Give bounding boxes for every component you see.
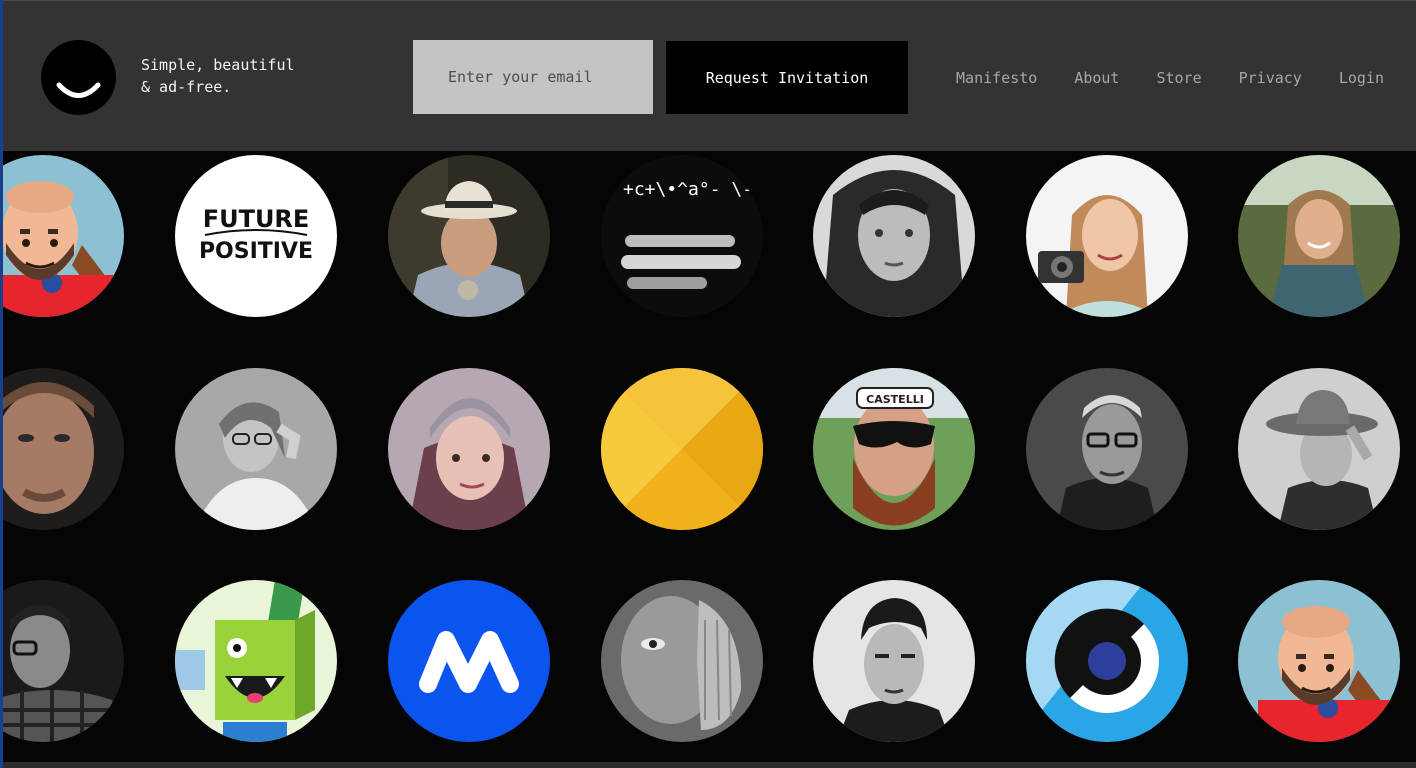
avatar-green-monster-illustration[interactable] xyxy=(175,580,337,742)
avatar-grid: FUTURE POSITIVE +c+\•^a°- \-nt•et^• xyxy=(0,151,1416,762)
request-invitation-button[interactable]: Request Invitation xyxy=(666,41,908,114)
nav-link-privacy[interactable]: Privacy xyxy=(1239,67,1302,89)
avatar-bearded-cyclist[interactable]: CASTELLI xyxy=(813,368,975,530)
avatar-man-cowboy-hat[interactable] xyxy=(1238,368,1400,530)
smile-icon xyxy=(56,82,101,98)
nav-link-login[interactable]: Login xyxy=(1339,67,1384,89)
castelli-label: CASTELLI xyxy=(866,393,924,406)
handwriting-text: +c+\•^a°- \-nt•et^• xyxy=(623,179,763,200)
avatar-young-man-bw[interactable] xyxy=(813,580,975,742)
avatar-blue-ring-logo[interactable] xyxy=(1026,580,1188,742)
window-left-edge xyxy=(0,0,3,768)
avatar-woman-outdoors[interactable] xyxy=(1238,155,1400,317)
avatar-man-closeup[interactable] xyxy=(0,368,124,530)
main-nav: Manifesto About Store Privacy Login xyxy=(956,67,1384,89)
avatar-woman-with-camera[interactable] xyxy=(1026,155,1188,317)
email-input[interactable] xyxy=(413,40,653,114)
nav-link-manifesto[interactable]: Manifesto xyxy=(956,67,1037,89)
ello-logo[interactable] xyxy=(41,40,116,115)
avatar-cartoon-bald-man[interactable] xyxy=(0,155,124,317)
nav-link-about[interactable]: About xyxy=(1074,67,1119,89)
avatar-cartoon-bald-man-repeat[interactable] xyxy=(1238,580,1400,742)
future-label: FUTURE xyxy=(203,205,310,233)
avatar-handwritten-characters[interactable]: +c+\•^a°- \-nt•et^• xyxy=(601,155,763,317)
site-header: Simple, beautiful & ad-free. Request Inv… xyxy=(0,0,1416,151)
nav-link-store[interactable]: Store xyxy=(1156,67,1201,89)
avatar-yellow-geometric[interactable] xyxy=(601,368,763,530)
avatar-woman-bw-glasses[interactable] xyxy=(175,368,337,530)
tagline: Simple, beautiful & ad-free. xyxy=(141,56,295,96)
avatar-woman-bw-portrait[interactable] xyxy=(813,155,975,317)
avatar-man-with-hat[interactable] xyxy=(388,155,550,317)
bottom-bar xyxy=(0,762,1416,768)
positive-label: POSITIVE xyxy=(199,239,313,264)
avatar-man-hand-over-eye[interactable] xyxy=(601,580,763,742)
avatar-woman-beanie[interactable] xyxy=(388,368,550,530)
avatar-man-glasses-bw[interactable] xyxy=(1026,368,1188,530)
avatar-man-bw-glasses-plaid[interactable] xyxy=(0,580,124,742)
avatar-future-positive[interactable]: FUTURE POSITIVE xyxy=(175,155,337,317)
avatar-blue-m-logo[interactable] xyxy=(388,580,550,742)
